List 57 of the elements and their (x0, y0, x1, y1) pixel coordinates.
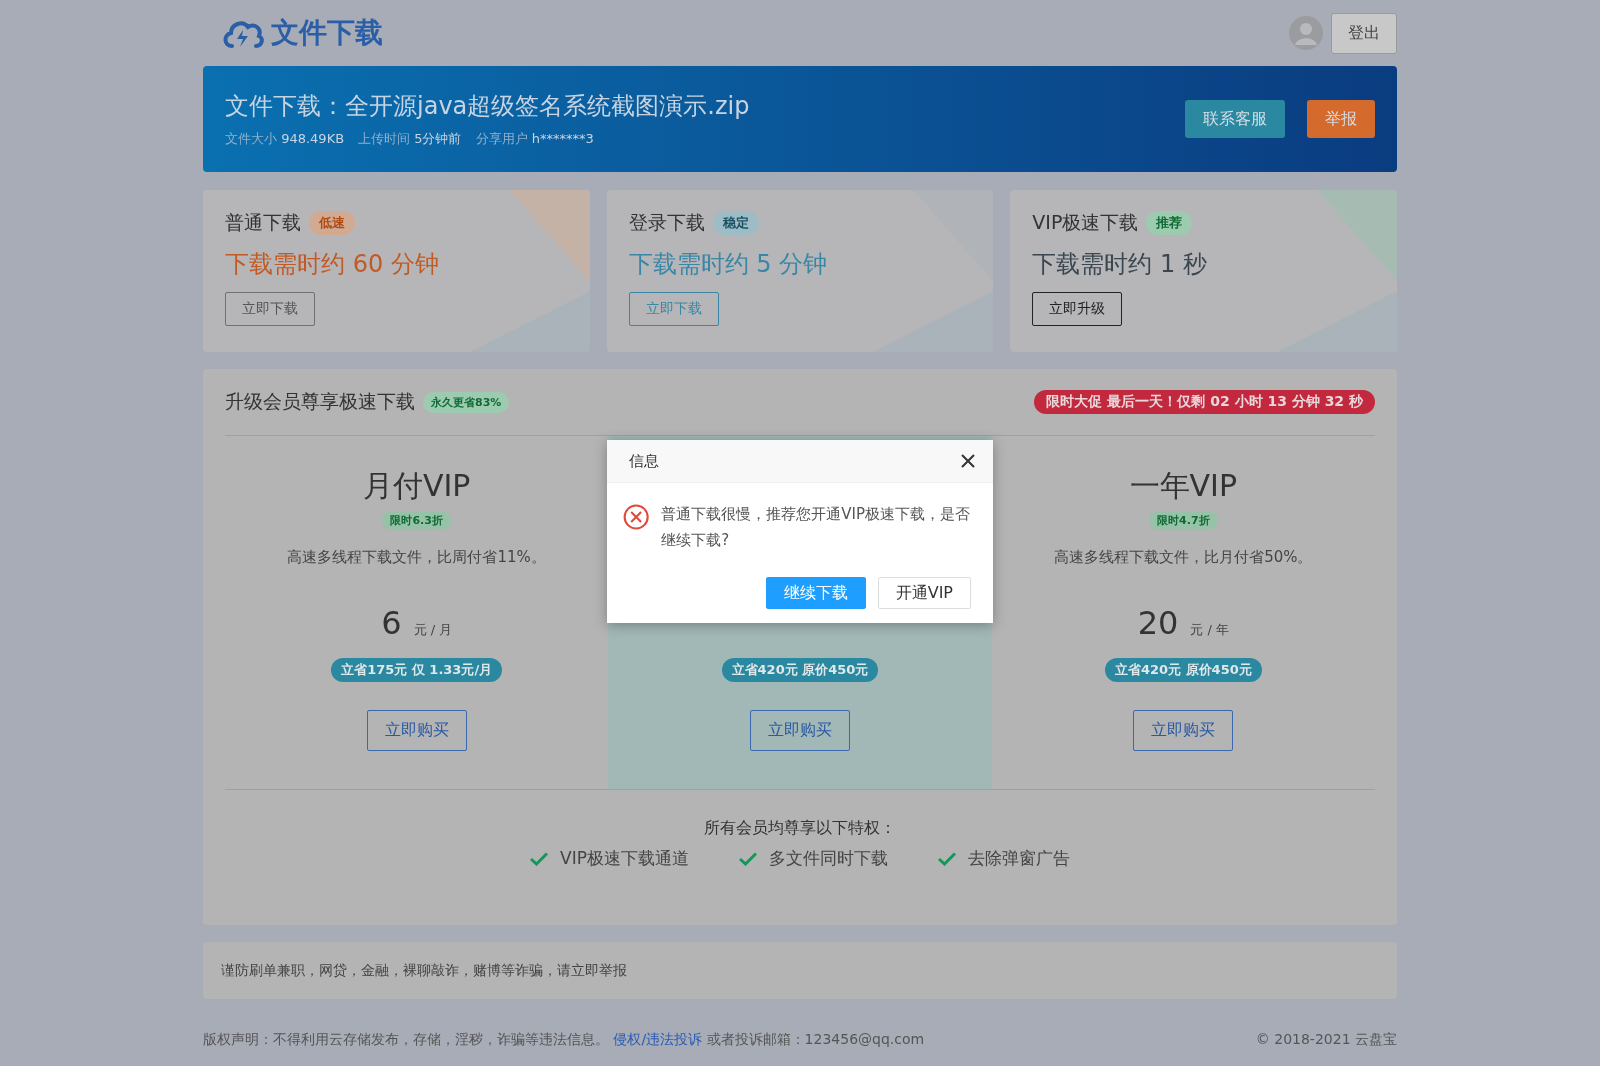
option-title: 登录下载 (628, 210, 705, 235)
contact-button[interactable]: 联系客服 (1185, 100, 1285, 138)
saving-badge: 立省420元 原价450元 (721, 658, 879, 682)
price-unit: 元 / 月 (413, 621, 453, 639)
copyright-statement: 版权声明：不得利用云存储发布，存储，淫秽，诈骗等违法信息。 侵权/违法投诉 或者投诉邮箱：123456@qq.com (203, 1031, 925, 1049)
plan-description: 高速多线程下载文件，比周付省11%。 (287, 548, 546, 567)
plan-description: 高速多线程下载文件，比月付省50%。 (1054, 548, 1313, 567)
perk-label: VIP极速下载通道 (560, 847, 689, 870)
saving-badge: 立省420元 原价450元 (1104, 658, 1262, 682)
savings-tag: 永久更省83% (423, 391, 510, 413)
file-meta: 文件大小 948.49KB (225, 130, 345, 148)
option-title: VIP极速下载 (1032, 210, 1139, 235)
check-icon (738, 851, 757, 866)
price-unit: 元 / 年 (1190, 621, 1229, 639)
download-time: 下载需时约 1 秒 (1032, 249, 1208, 280)
perk-label: 去除弹窗广告 (967, 847, 1070, 870)
copyright-text: © 2018-2021 云盘宝 (1255, 1031, 1397, 1049)
buy-button[interactable]: 立即购买 (750, 710, 850, 751)
perk-label: 多文件同时下载 (768, 847, 888, 870)
plan-column[interactable]: 月付VIP 限时6.3折 高速多线程下载文件，比周付省11%。 6 元 / 月 立省175元 仅 1.33元/月 立即购买 (225, 436, 609, 789)
countdown-badge: 限时大促 最后一天！仅剩 02 小时 13 分钟 32 秒 (1034, 390, 1375, 414)
dialog-message: 普通下载很慢，推荐您开通VIP极速下载，是否继续下载? (661, 504, 971, 551)
check-icon (937, 851, 956, 866)
check-icon (530, 851, 549, 866)
download-button[interactable]: 立即下载 (628, 292, 719, 326)
file-meta: 分享用户 h*******3 (475, 130, 594, 148)
download-button[interactable]: 立即下载 (225, 292, 315, 326)
plan-price: 20 (1137, 604, 1179, 642)
close-icon[interactable] (961, 454, 975, 468)
site-logo[interactable]: 文件下载 (271, 14, 383, 52)
option-tag: 低速 (309, 211, 355, 235)
perks-heading: 所有会员均尊享以下特权： (704, 818, 896, 839)
report-link[interactable]: 侵权/违法投诉 (613, 1031, 703, 1047)
dialog-title: 信息 (629, 451, 659, 471)
option-tag: 稳定 (712, 211, 759, 235)
download-time: 下载需时约 5 分钟 (628, 249, 829, 280)
download-button[interactable]: 立即升级 (1032, 292, 1123, 326)
plan-title: 一年VIP (1129, 467, 1238, 505)
discount-badge: 限时6.3折 (382, 511, 451, 530)
buy-button[interactable]: 立即购买 (366, 710, 467, 751)
file-meta: 上传时间 5分钟前 (358, 130, 462, 148)
saving-badge: 立省175元 仅 1.33元/月 (331, 658, 503, 682)
plan-price: 6 (381, 604, 402, 642)
buy-button[interactable]: 立即购买 (1133, 710, 1234, 751)
vip-button[interactable]: 开通VIP (877, 577, 971, 609)
upgrade-title: 升级会员尊享极速下载 (225, 389, 415, 414)
plan-title: 月付VIP (362, 467, 471, 505)
plan-column[interactable]: 一年VIP 限时4.7折 高速多线程下载文件，比月付省50%。 20 元 / 年 立省420元 原价450元 立即购买 (991, 436, 1375, 789)
option-title: 普通下载 (225, 210, 301, 235)
warning-text: 谨防刷单兼职，网贷，金融，裸聊敲诈，赌博等诈骗，请立即举报 (221, 961, 627, 980)
download-time: 下载需时约 60 分钟 (225, 249, 440, 280)
report-button[interactable]: 举报 (1307, 100, 1375, 138)
option-tag: 推荐 (1146, 211, 1193, 235)
logout-button[interactable]: 登出 (1331, 12, 1397, 54)
continue-button[interactable]: 继续下载 (765, 577, 866, 609)
file-title: 文件下载：全开源java超级签名系统截图演示.zip (225, 91, 750, 122)
discount-badge: 限时4.7折 (1149, 511, 1218, 530)
